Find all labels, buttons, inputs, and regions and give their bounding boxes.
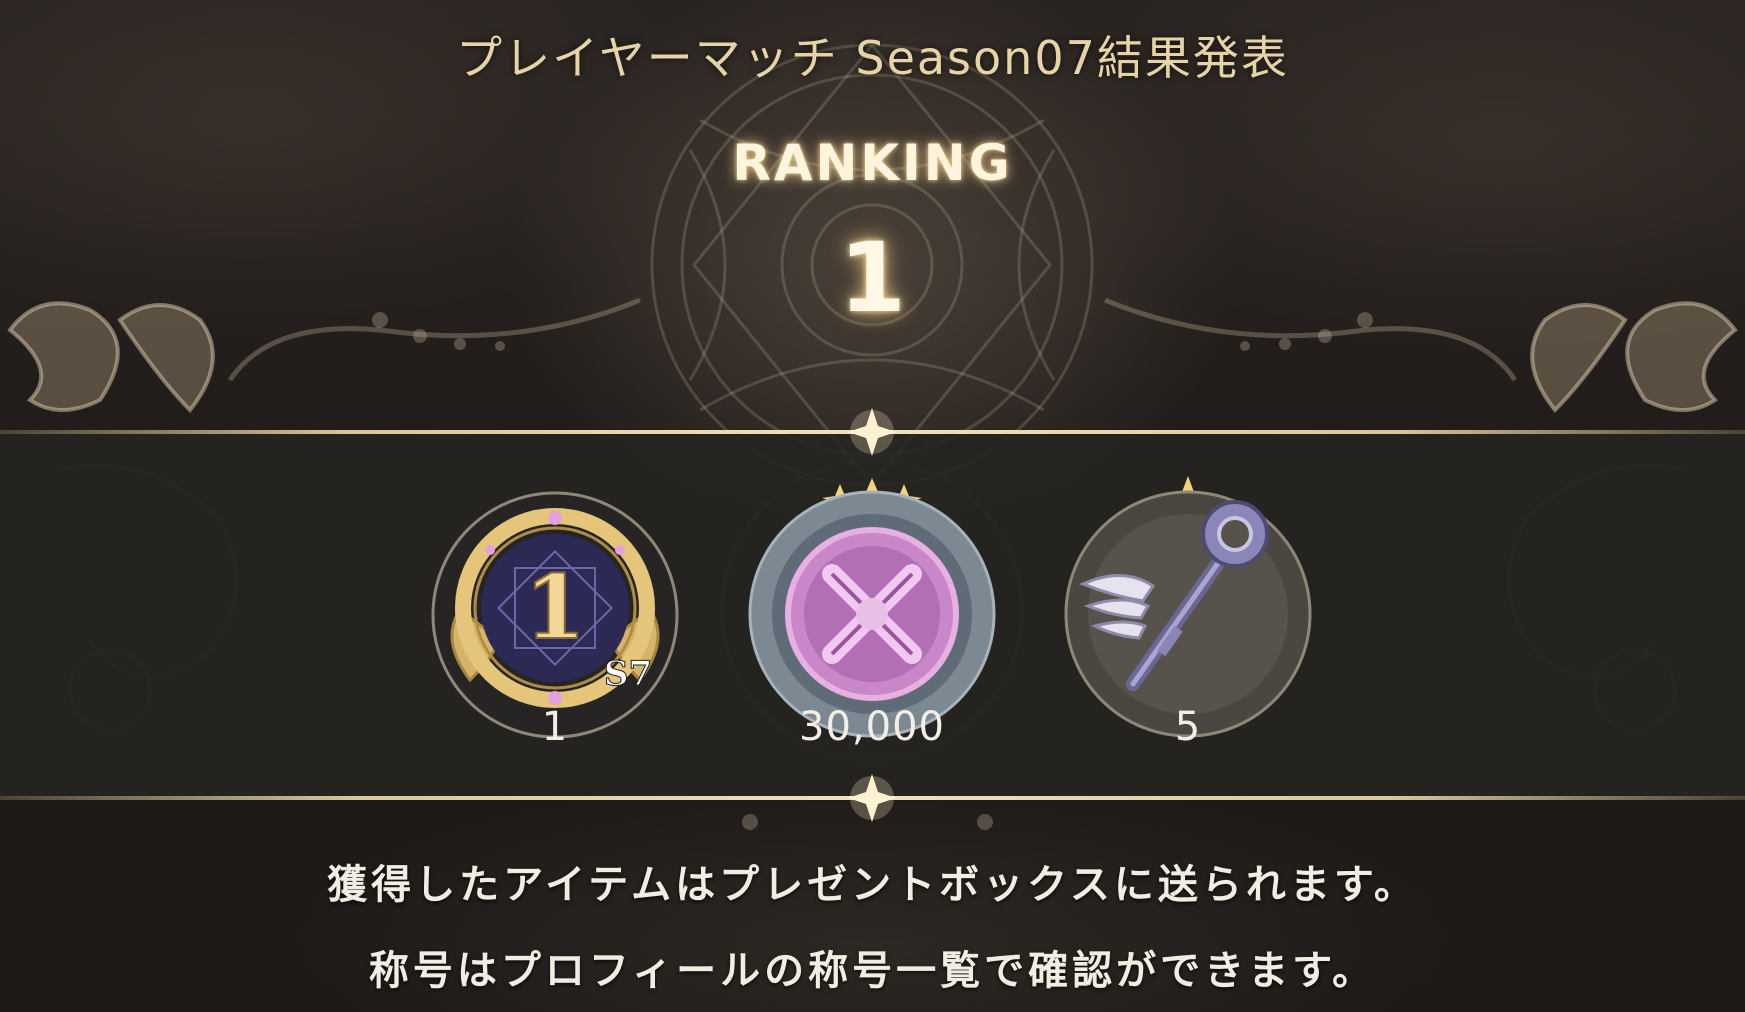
footer-message-2: 称号はプロフィールの称号一覧で確認ができます。 <box>368 948 1377 994</box>
result-screen: プレイヤーマッチ Season07結果発表 RANKING 1 1 S7 1 3… <box>0 0 1745 1012</box>
reward-quantity: 5 <box>1174 704 1202 750</box>
winged-key-icon <box>1064 476 1312 738</box>
title-badge-icon: 1 S7 <box>431 491 679 739</box>
reward-quantity: 30,000 <box>799 704 945 750</box>
footer-message-1: 獲得したアイテムはプレゼントボックスに送られます。 <box>327 862 1418 908</box>
medal-coin-icon <box>748 478 996 738</box>
badge-rank-text: 1 <box>524 555 585 659</box>
season-tag: S7 <box>604 654 652 694</box>
reward-quantity: 1 <box>541 704 569 750</box>
